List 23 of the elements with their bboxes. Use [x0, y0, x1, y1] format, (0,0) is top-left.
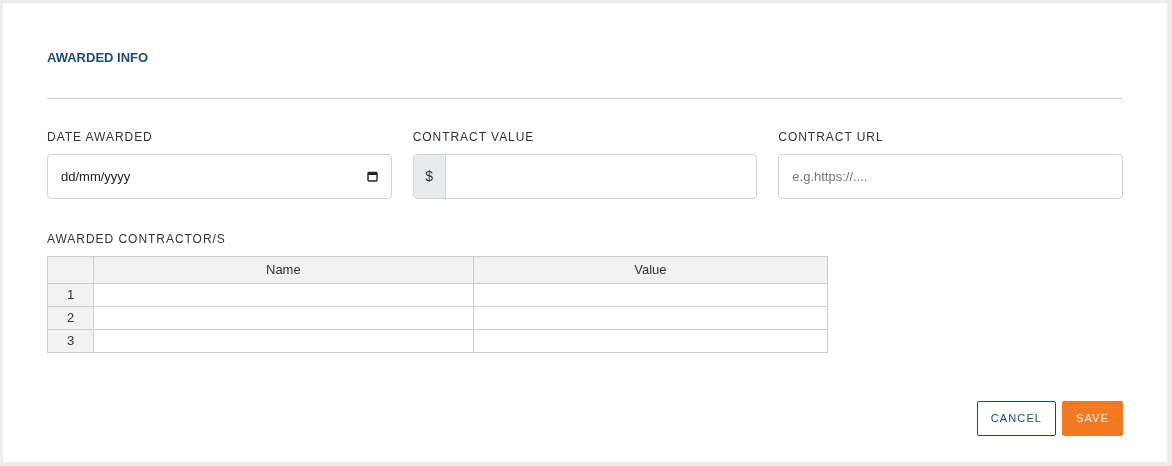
table-cell[interactable]: [473, 329, 828, 353]
row-number: 1: [47, 283, 94, 307]
calendar-icon[interactable]: [366, 171, 378, 182]
table-cell[interactable]: [93, 283, 474, 307]
column-header: Name: [93, 256, 474, 284]
field-label: CONTRACT URL: [778, 129, 885, 146]
section-title: AWARDED INFO: [47, 49, 150, 67]
row-number: 3: [47, 329, 94, 353]
currency-field[interactable]: $: [412, 154, 758, 199]
field-label: DATE AWARDED: [47, 129, 154, 146]
table-cell[interactable]: [473, 283, 828, 307]
currency-prefix: $: [413, 155, 446, 198]
field-label: CONTRACT VALUE: [412, 129, 536, 146]
row-number: 2: [47, 306, 94, 330]
table-cell[interactable]: [93, 306, 474, 330]
corner-cell: [47, 256, 94, 284]
table-label: AWARDED CONTRACTOR/S: [47, 231, 226, 248]
url-field[interactable]: e.g.https://....: [778, 154, 1123, 199]
table-cell[interactable]: [93, 329, 474, 353]
cancel-button[interactable]: CANCEL: [976, 401, 1057, 436]
table-cell[interactable]: [473, 306, 828, 330]
date-field[interactable]: dd/mm/yyyy: [47, 154, 392, 199]
column-header: Value: [473, 256, 828, 284]
